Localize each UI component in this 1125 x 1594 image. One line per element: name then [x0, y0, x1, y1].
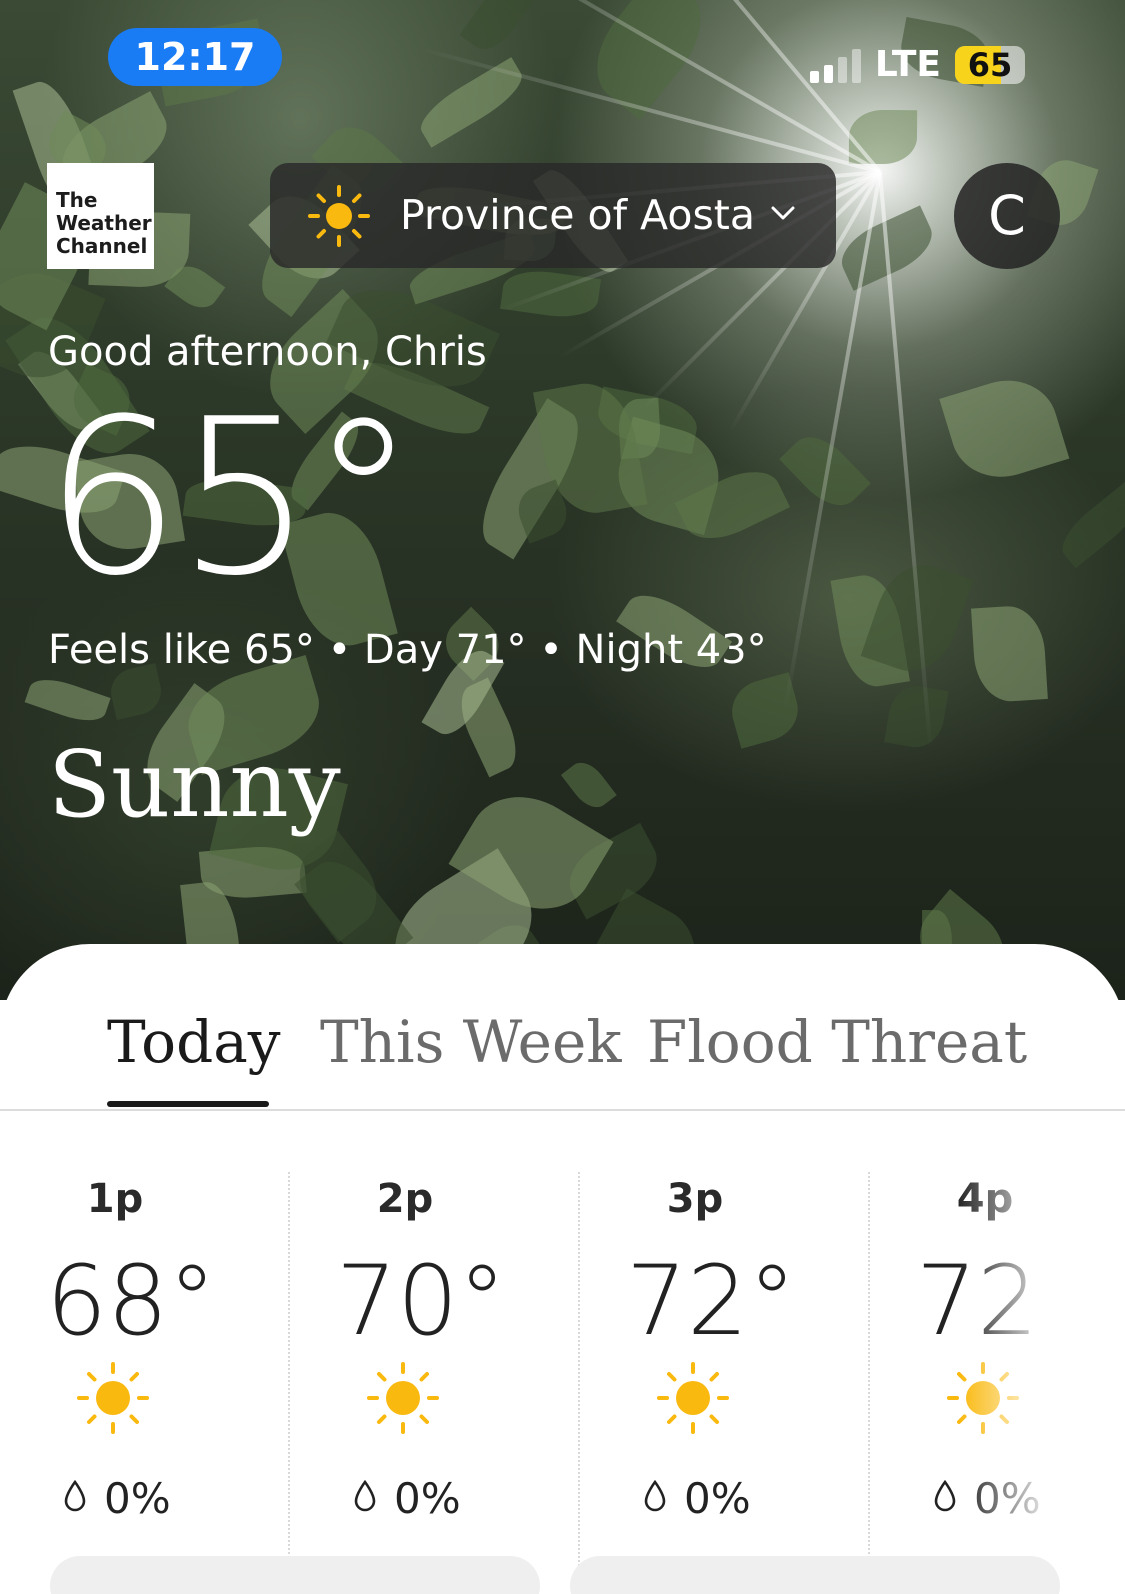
bottom-card[interactable] [570, 1556, 1060, 1594]
leaf-decoration [561, 755, 617, 815]
scroll-fade [960, 1124, 1125, 1594]
battery-level: 65 [967, 45, 1013, 84]
sun-icon [75, 1360, 151, 1436]
hourly-item[interactable]: 2p 70° 0% [290, 1164, 580, 1594]
precipitation: 0% [642, 1474, 751, 1523]
leaf-decoration [1053, 481, 1125, 569]
leaf-decoration [938, 367, 1070, 490]
raindrop-icon [352, 1474, 378, 1523]
weather-channel-logo[interactable]: The Weather Channel [47, 163, 154, 269]
leaf-decoration [412, 56, 531, 148]
precipitation: 0% [62, 1474, 171, 1523]
leaf-decoration [884, 681, 950, 752]
leaf-decoration [500, 267, 602, 323]
bottom-card[interactable] [50, 1556, 540, 1594]
leaf-decoration [724, 672, 805, 750]
hour-temperature: 68° [46, 1245, 217, 1357]
raindrop-icon [932, 1474, 958, 1523]
tab-this-week[interactable]: This Week [320, 1002, 621, 1082]
current-condition: Sunny [48, 731, 341, 838]
sun-icon [655, 1360, 731, 1436]
leaf-decoration [459, 0, 533, 58]
hour-temperature: 72° [626, 1245, 797, 1357]
chevron-down-icon [771, 206, 795, 220]
hour-label: 2p [376, 1176, 434, 1222]
location-selector[interactable]: Province of Aosta [270, 163, 836, 268]
current-temperature: 65° [44, 372, 417, 623]
logo-line: Channel [56, 234, 148, 258]
temperature-details: Feels like 65° • Day 71° • Night 43° [48, 627, 767, 673]
leaf-decoration [576, 0, 721, 120]
precipitation: 0% [352, 1474, 461, 1523]
leaf-decoration [971, 604, 1049, 704]
network-type: LTE [874, 44, 941, 85]
logo-line: Weather [56, 211, 152, 235]
leaf-decoration [849, 109, 918, 164]
hour-label: 3p [666, 1176, 724, 1222]
location-name: Province of Aosta [400, 191, 756, 239]
signal-icon [809, 47, 861, 83]
sun-icon [365, 1360, 441, 1436]
greeting: Good afternoon, Chris [48, 329, 487, 375]
hour-label: 1p [86, 1176, 144, 1222]
sun-icon [307, 184, 371, 248]
active-tab-indicator [107, 1101, 269, 1107]
precip-chance: 0% [394, 1474, 461, 1523]
logo-line: The [56, 188, 98, 212]
hourly-item[interactable]: 1p 68° 0% [0, 1164, 290, 1594]
forecast-sheet: Today This Week Flood Threat 1p 68° 0% 2p 70… [0, 944, 1125, 1594]
tab-today[interactable]: Today [107, 1002, 281, 1082]
status-indicators: LTE 65 [809, 44, 1025, 85]
avatar[interactable]: C [954, 163, 1060, 269]
precip-chance: 0% [684, 1474, 751, 1523]
hourly-item[interactable]: 3p 72° 0% [580, 1164, 870, 1594]
tab-flood-threat[interactable]: Flood Threat [647, 1002, 1027, 1082]
precip-chance: 0% [104, 1474, 171, 1523]
forecast-tabs: Today This Week Flood Threat [0, 944, 1125, 1111]
hour-temperature: 70° [336, 1245, 507, 1357]
status-time: 12:17 [108, 28, 282, 86]
battery-icon: 65 [955, 45, 1025, 84]
raindrop-icon [642, 1474, 668, 1523]
leaf-decoration [25, 672, 111, 729]
raindrop-icon [62, 1474, 88, 1523]
